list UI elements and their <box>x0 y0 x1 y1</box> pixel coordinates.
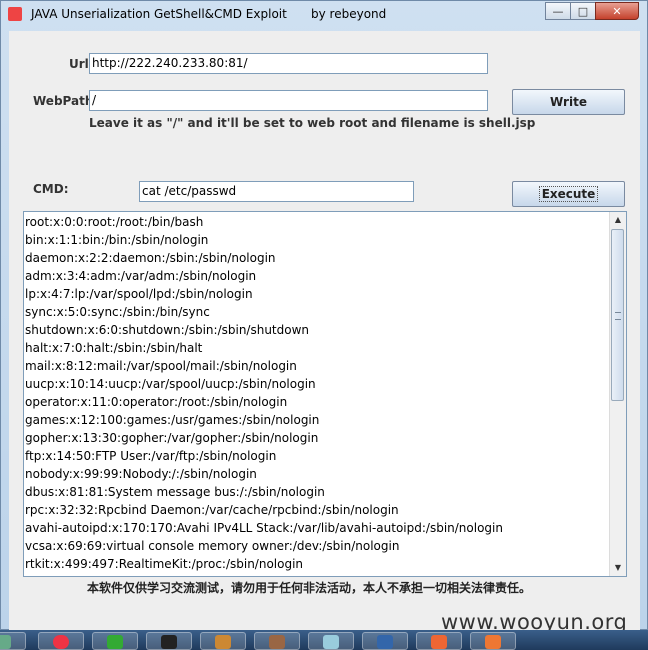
output-line: halt:x:7:0:halt:/sbin:/sbin/halt <box>25 341 203 355</box>
output-line: dbus:x:81:81:System message bus:/:/sbin/… <box>25 485 325 499</box>
app-icon[interactable] <box>200 632 246 650</box>
url-input[interactable]: http://222.240.233.80:81/ <box>89 53 488 74</box>
write-button[interactable]: Write <box>512 89 625 115</box>
output-line: ftp:x:14:50:FTP User:/var/ftp:/sbin/nolo… <box>25 449 277 463</box>
output-line: daemon:x:2:2:daemon:/sbin:/sbin/nologin <box>25 251 276 265</box>
app-window: JAVA Unserialization GetShell&CMD Exploi… <box>0 0 648 631</box>
disclaimer-text: 本软件仅供学习交流测试，请勿用于任何非法活动，本人不承担一切相关法律责任。 <box>87 581 532 595</box>
output-line: lp:x:4:7:lp:/var/spool/lpd:/sbin/nologin <box>25 287 253 301</box>
output-lines: root:x:0:0:root:/root:/bin/bash bin:x:1:1… <box>24 213 610 573</box>
title-bar[interactable]: JAVA Unserialization GetShell&CMD Exploi… <box>1 1 647 29</box>
output-line: sync:x:5:0:sync:/sbin:/bin/sync <box>25 305 210 319</box>
output-line: avahi-autoipd:x:170:170:Avahi IPv4LL Sta… <box>25 521 503 535</box>
scroll-up-icon[interactable]: ▲ <box>610 212 626 228</box>
editor-icon[interactable] <box>92 632 138 650</box>
java-app-icon <box>8 7 22 21</box>
output-line: operator:x:11:0:operator:/root:/sbin/nol… <box>25 395 288 409</box>
write-button-label: Write <box>550 95 587 109</box>
browser-icon[interactable] <box>308 632 354 650</box>
output-line: shutdown:x:6:0:shutdown:/sbin:/sbin/shut… <box>25 323 310 337</box>
taskbar-item[interactable] <box>0 632 26 650</box>
scroll-thumb[interactable] <box>611 229 624 401</box>
minimize-button[interactable]: — <box>545 2 571 20</box>
cmd-input[interactable]: cat /etc/passwd <box>139 181 414 202</box>
execute-button[interactable]: Execute <box>512 181 625 207</box>
command-output[interactable]: root:x:0:0:root:/root:/bin/bash bin:x:1:1… <box>23 211 627 577</box>
output-line: root:x:0:0:root:/root:/bin/bash <box>25 215 204 229</box>
console-icon[interactable] <box>146 632 192 650</box>
execute-button-label: Execute <box>538 186 599 202</box>
taskbar <box>0 630 648 650</box>
webpath-input[interactable]: / <box>89 90 488 111</box>
window-author: by rebeyond <box>311 7 387 21</box>
output-line: bin:x:1:1:bin:/bin:/sbin/nologin <box>25 233 209 247</box>
java-icon[interactable] <box>416 632 462 650</box>
webpath-hint: Leave it as "/" and it'll be set to web … <box>89 116 536 130</box>
network-icon[interactable] <box>362 632 408 650</box>
output-line: uucp:x:10:14:uucp:/var/spool/uucp:/sbin/… <box>25 377 316 391</box>
output-line: nobody:x:99:99:Nobody:/:/sbin/nologin <box>25 467 257 481</box>
output-line: rpc:x:32:32:Rpcbind Daemon:/var/cache/rp… <box>25 503 399 517</box>
main-panel: Url: http://222.240.233.80:81/ WebPath: … <box>9 31 640 631</box>
sublime-icon[interactable] <box>254 632 300 650</box>
scroll-down-icon[interactable]: ▼ <box>610 560 626 576</box>
output-line: games:x:12:100:games:/usr/games:/sbin/no… <box>25 413 320 427</box>
chrome-icon[interactable] <box>38 632 84 650</box>
cmd-label: CMD: <box>33 182 69 196</box>
output-line: gopher:x:13:30:gopher:/var/gopher:/sbin/… <box>25 431 319 445</box>
close-button[interactable]: ✕ <box>595 2 639 20</box>
output-line: rtkit:x:499:497:RealtimeKit:/proc:/sbin/… <box>25 557 304 571</box>
vertical-scrollbar[interactable]: ▲ ▼ <box>609 212 626 576</box>
output-line: mail:x:8:12:mail:/var/spool/mail:/sbin/n… <box>25 359 297 373</box>
maximize-button[interactable]: □ <box>570 2 596 20</box>
output-line: vcsa:x:69:69:virtual console memory owne… <box>25 539 400 553</box>
window-title: JAVA Unserialization GetShell&CMD Exploi… <box>31 7 287 21</box>
output-line: adm:x:3:4:adm:/var/adm:/sbin/nologin <box>25 269 257 283</box>
firefox-icon[interactable] <box>470 632 516 650</box>
